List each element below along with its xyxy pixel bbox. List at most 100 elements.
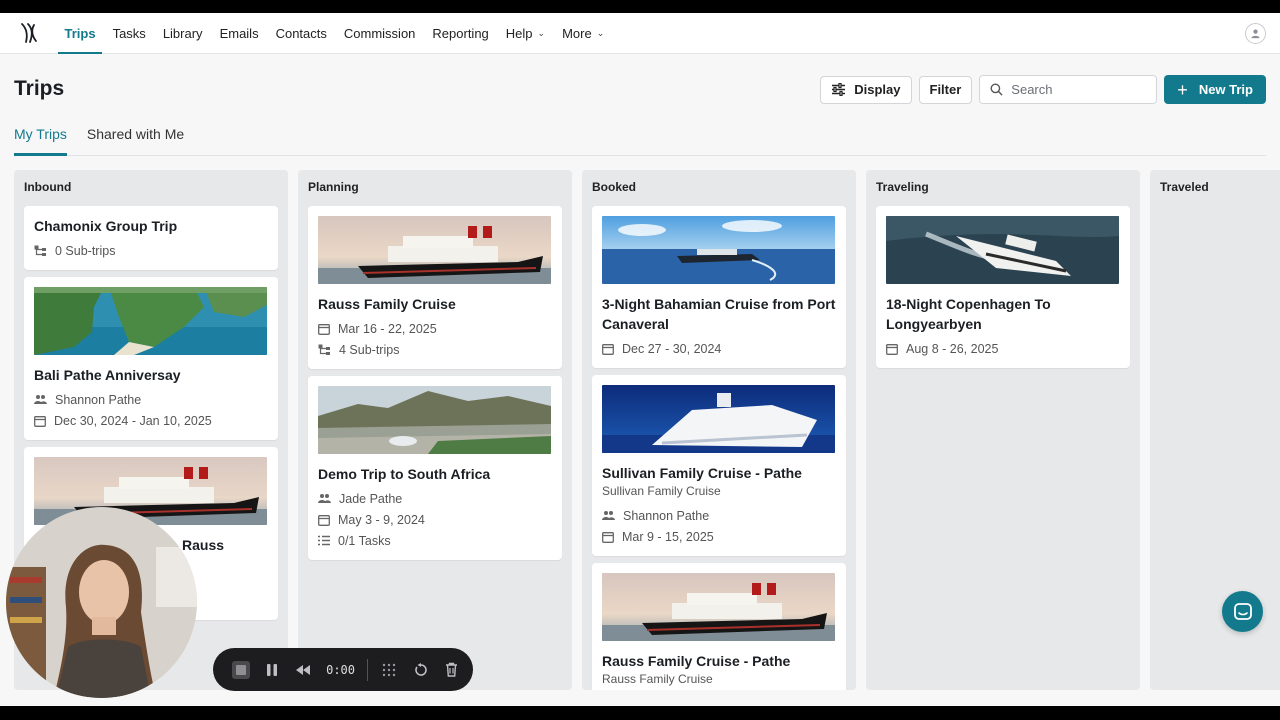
tab-shared-with-me[interactable]: Shared with Me	[87, 119, 184, 155]
dates-row: Mar 16 - 22, 2025	[318, 318, 552, 339]
trip-image	[602, 216, 835, 284]
display-button-label: Display	[854, 82, 901, 97]
trip-image	[34, 287, 267, 355]
stop-icon	[231, 660, 250, 679]
column-planning: Planning Rauss Family Cruise Mar 16 - 22…	[298, 170, 572, 690]
trip-tasks: 0/1 Tasks	[338, 533, 391, 548]
column-title: Traveled	[1160, 180, 1209, 194]
nav-tasks-label: Tasks	[112, 25, 146, 41]
nav-trips[interactable]: Trips	[56, 13, 104, 54]
column-title: Inbound	[24, 180, 72, 194]
search-icon	[990, 83, 1003, 96]
nav-tasks[interactable]: Tasks	[104, 13, 154, 54]
people-icon	[34, 395, 47, 404]
trip-image	[318, 216, 551, 284]
nav-commission[interactable]: Commission	[335, 13, 424, 54]
tab-my-trips[interactable]: My Trips	[14, 119, 67, 156]
dates-row: Aug 8 - 26, 2025	[886, 338, 1120, 359]
trip-dates: Aug 8 - 26, 2025	[906, 341, 999, 356]
trash-icon	[446, 662, 458, 677]
webcam-overlay[interactable]	[6, 507, 197, 698]
trip-title: 18-Night Copenhagen To Longyearbyen	[886, 296, 1051, 332]
column-title: Planning	[308, 180, 359, 194]
people-row: Jade Pathe	[318, 488, 552, 509]
toolbar: Display Filter + New Trip	[820, 75, 1266, 104]
people-row: Shannon Pathe	[34, 389, 268, 410]
column-title: Traveling	[876, 180, 929, 194]
new-trip-button-label: New Trip	[1198, 82, 1253, 97]
pause-recording-button[interactable]	[262, 660, 281, 680]
trip-card[interactable]: 18-Night Copenhagen To Longyearbyen Aug …	[876, 206, 1130, 368]
trip-card[interactable]: Sullivan Family Cruise - Pathe Sullivan …	[592, 375, 846, 556]
restart-recording-button[interactable]	[411, 660, 430, 680]
people-icon	[602, 511, 615, 520]
webcam-feed	[6, 507, 197, 698]
column-traveling: Traveling 18-Night Copenhagen To Longyea…	[866, 170, 1140, 690]
people-icon	[318, 494, 331, 503]
calendar-icon	[318, 323, 330, 335]
nav-help[interactable]: Help ⌄	[497, 13, 553, 54]
trip-title: Chamonix Group Trip	[34, 218, 178, 234]
nav-emails[interactable]: Emails	[211, 13, 267, 54]
trip-subtitle: Sullivan Family Cruise	[602, 484, 721, 498]
nav-more[interactable]: More ⌄	[554, 13, 613, 54]
calendar-icon	[602, 343, 614, 355]
delete-recording-button[interactable]	[442, 660, 461, 680]
trip-title: Bali Pathe Anniversay	[34, 367, 181, 383]
filter-button[interactable]: Filter	[918, 75, 973, 104]
nav-help-label: Help	[505, 25, 533, 41]
page-title: Trips	[14, 77, 65, 100]
drag-handle-button[interactable]	[380, 660, 399, 680]
stop-recording-button[interactable]	[231, 660, 250, 680]
nav-trips-label: Trips	[64, 25, 96, 41]
people-row: Shannon Pathe	[602, 505, 836, 526]
chat-launcher-button[interactable]	[1222, 591, 1263, 632]
kanban-board: Inbound Chamonix Group Trip 0 Sub-trips	[14, 170, 1280, 690]
trip-subtitle: Rauss Family Cruise	[602, 672, 713, 686]
nav-reporting-label: Reporting	[432, 25, 489, 41]
search-input[interactable]	[1011, 82, 1142, 97]
subtrips-row: 0 Sub-trips	[34, 240, 268, 261]
calendar-icon	[602, 531, 614, 543]
hierarchy-icon	[34, 245, 46, 256]
display-button[interactable]: Display	[820, 75, 912, 104]
trip-card[interactable]: Demo Trip to South Africa Jade Pathe May…	[308, 376, 562, 560]
rewind-button[interactable]	[293, 660, 312, 680]
nav-library-label: Library	[162, 25, 203, 41]
trip-dates: Mar 16 - 22, 2025	[338, 321, 437, 336]
tasks-row: 0/1 Tasks	[318, 530, 552, 551]
user-avatar-icon[interactable]	[1245, 23, 1266, 44]
view-tabs: My Trips Shared with Me	[14, 119, 1266, 156]
list-icon	[318, 535, 330, 546]
trip-image	[602, 385, 835, 453]
trip-card[interactable]: Rauss Family Cruise - Pathe Rauss Family…	[592, 563, 846, 690]
trip-dates: Mar 9 - 15, 2025	[622, 529, 714, 544]
trip-card[interactable]: Bali Pathe Anniversay Shannon Pathe Dec …	[24, 277, 278, 440]
trip-card[interactable]: 3-Night Bahamian Cruise from Port Canave…	[592, 206, 846, 368]
calendar-icon	[34, 415, 46, 427]
sliders-icon	[832, 83, 846, 96]
brand-logo-icon[interactable]	[20, 21, 40, 45]
trip-card[interactable]: Chamonix Group Trip 0 Sub-trips	[24, 206, 278, 270]
trip-image	[318, 386, 551, 454]
nav-reporting[interactable]: Reporting	[424, 13, 497, 54]
chevron-down-icon: ⌄	[537, 27, 546, 38]
column-title: Booked	[592, 180, 637, 194]
dates-row: Mar 9 - 15, 2025	[602, 526, 836, 547]
subtrips-count: 0 Sub-trips	[55, 243, 116, 258]
search-box[interactable]	[979, 75, 1158, 104]
trip-card[interactable]: Rauss Family Cruise Mar 16 - 22, 2025 4 …	[308, 206, 562, 369]
nav-commission-label: Commission	[343, 25, 416, 41]
new-trip-button[interactable]: + New Trip	[1164, 75, 1266, 104]
pause-icon	[266, 663, 277, 676]
subtrips-count: 4 Sub-trips	[339, 342, 400, 357]
grid-dots-icon	[383, 663, 396, 676]
nav-contacts[interactable]: Contacts	[267, 13, 335, 54]
trip-dates: Dec 27 - 30, 2024	[622, 341, 722, 356]
calendar-icon	[886, 343, 898, 355]
recorder-divider	[367, 658, 368, 681]
nav-library[interactable]: Library	[154, 13, 211, 54]
nav-contacts-label: Contacts	[275, 25, 327, 41]
trip-title: Sullivan Family Cruise - Pathe	[602, 465, 802, 481]
trip-title: Demo Trip to South Africa	[318, 466, 491, 482]
